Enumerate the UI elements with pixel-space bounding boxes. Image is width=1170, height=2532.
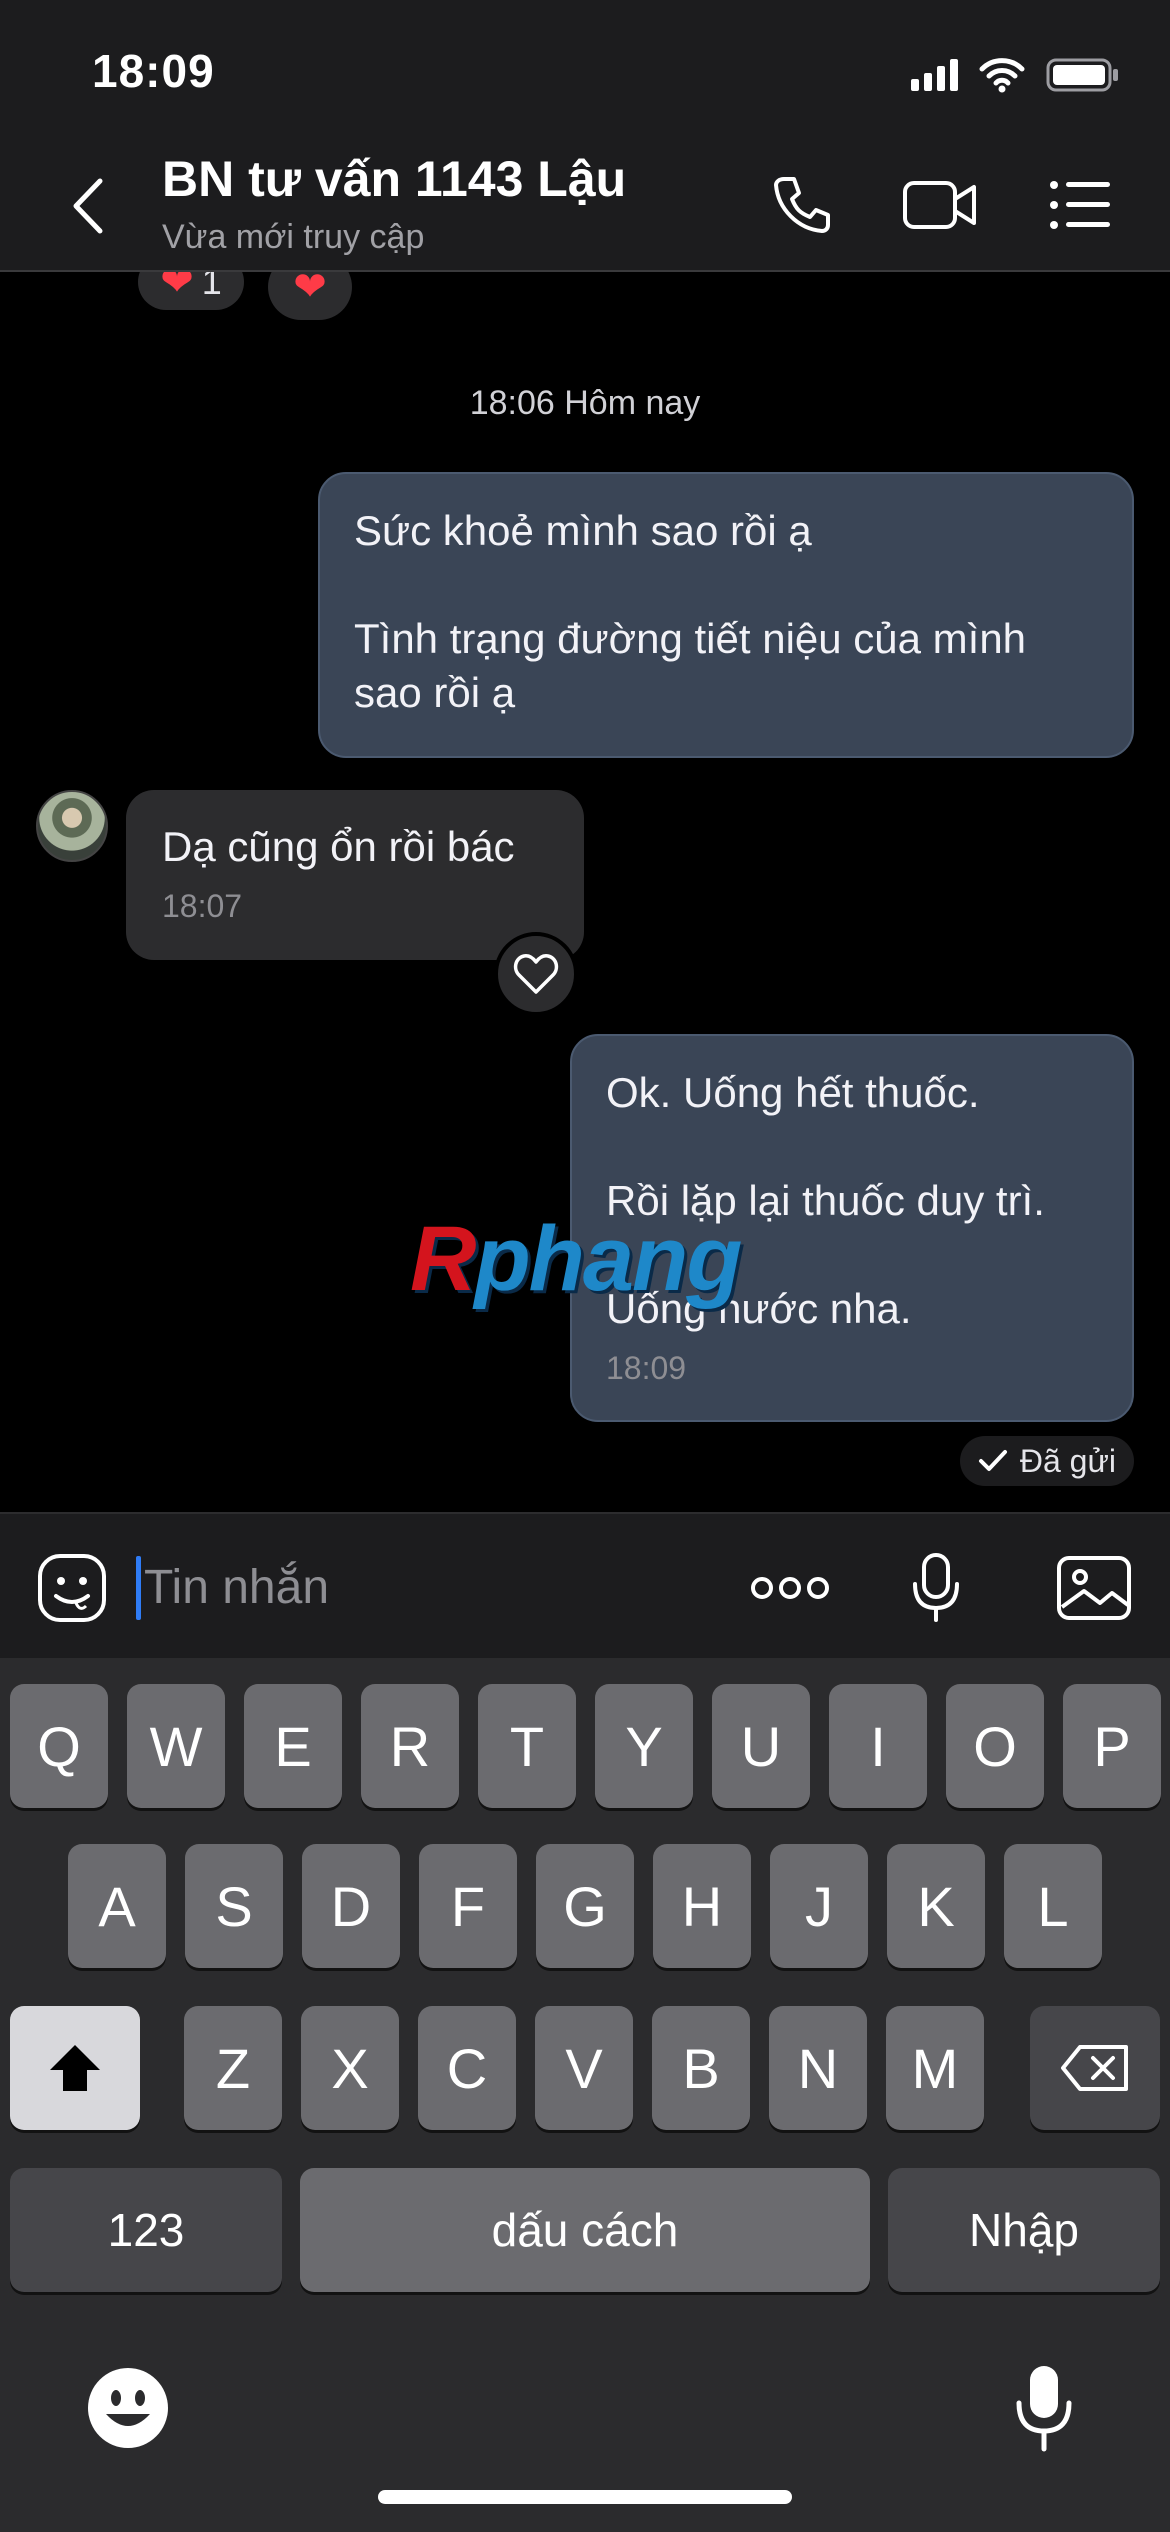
more-options-button[interactable] bbox=[748, 1550, 832, 1626]
date-separator: 18:06 Hôm nay bbox=[469, 384, 701, 422]
message-text: sao rồi ạ bbox=[354, 669, 516, 716]
image-picker-button[interactable] bbox=[1054, 1550, 1134, 1626]
wifi-icon bbox=[979, 58, 1025, 93]
key-q[interactable]: Q bbox=[10, 1684, 108, 1808]
emoji-face-icon bbox=[88, 2368, 168, 2448]
cellular-signal-icon bbox=[911, 59, 958, 91]
shift-arrow-icon bbox=[50, 2045, 100, 2091]
shift-key[interactable] bbox=[10, 2006, 140, 2130]
phone-icon bbox=[774, 177, 830, 233]
reaction-count: 1 bbox=[201, 272, 222, 302]
message-text: Sức khoẻ mình sao rồi ạ bbox=[354, 507, 812, 554]
sent-status-text: Đã gửi bbox=[1019, 1442, 1116, 1479]
key-f[interactable]: F bbox=[419, 1844, 517, 1968]
key-t[interactable]: T bbox=[478, 1684, 576, 1808]
back-chevron-icon bbox=[73, 178, 103, 234]
heart-reaction-button[interactable]: ❤ bbox=[268, 272, 352, 320]
battery-icon bbox=[1046, 58, 1118, 92]
sticker-face-icon bbox=[38, 1554, 106, 1622]
message-time: 18:09 bbox=[606, 1350, 687, 1386]
key-p[interactable]: P bbox=[1063, 1684, 1161, 1808]
outgoing-message-bubble[interactable]: Sức khoẻ mình sao rồi ạ Tình trạng đường… bbox=[318, 472, 1134, 758]
dictation-button[interactable] bbox=[996, 2358, 1092, 2458]
key-h[interactable]: H bbox=[653, 1844, 751, 1968]
key-z[interactable]: Z bbox=[184, 2006, 282, 2130]
status-bar: 18:09 bbox=[0, 0, 1170, 140]
key-e[interactable]: E bbox=[244, 1684, 342, 1808]
key-a[interactable]: A bbox=[68, 1844, 166, 1968]
message-time: 18:07 bbox=[162, 888, 243, 924]
image-gallery-icon bbox=[1057, 1556, 1131, 1620]
conversation-title[interactable]: BN tư vấn 1143 Lậu bbox=[162, 150, 626, 208]
rphang-watermark-logo: Rphang bbox=[410, 1208, 742, 1310]
status-icons bbox=[911, 50, 1120, 100]
space-key[interactable]: dấu cách bbox=[300, 2168, 870, 2292]
sent-status-badge: Đã gửi bbox=[959, 1436, 1134, 1486]
conversation-menu-button[interactable] bbox=[1040, 170, 1120, 240]
key-m[interactable]: M bbox=[886, 2006, 984, 2130]
key-k[interactable]: K bbox=[887, 1844, 985, 1968]
key-j[interactable]: J bbox=[770, 1844, 868, 1968]
sticker-button[interactable] bbox=[34, 1550, 110, 1626]
key-v[interactable]: V bbox=[535, 2006, 633, 2130]
message-input[interactable]: Tin nhắn bbox=[144, 1558, 329, 1618]
message-text: Dạ cũng ổn rồi bác bbox=[162, 823, 515, 870]
contact-avatar[interactable] bbox=[36, 790, 108, 862]
key-l[interactable]: L bbox=[1004, 1844, 1102, 1968]
video-call-button[interactable] bbox=[900, 170, 980, 240]
status-time: 18:09 bbox=[92, 45, 215, 97]
message-list[interactable]: ❤ 1 ❤ 18:06 Hôm nay Sức khoẻ mình sao rồ… bbox=[0, 272, 1170, 1512]
conversation-status: Vừa mới truy cập bbox=[162, 218, 425, 256]
key-r[interactable]: R bbox=[361, 1684, 459, 1808]
more-options-icon bbox=[751, 1577, 829, 1599]
microphone-icon bbox=[913, 1553, 959, 1622]
return-key[interactable]: Nhập bbox=[888, 2168, 1160, 2292]
react-heart-button[interactable] bbox=[494, 932, 578, 1016]
key-b[interactable]: B bbox=[652, 2006, 750, 2130]
delete-key[interactable] bbox=[1030, 2006, 1160, 2130]
message-text: Ok. Uống hết thuốc. bbox=[606, 1069, 980, 1116]
key-o[interactable]: O bbox=[946, 1684, 1044, 1808]
key-u[interactable]: U bbox=[712, 1684, 810, 1808]
heart-outline-icon bbox=[513, 954, 559, 994]
incoming-message-bubble[interactable]: Dạ cũng ổn rồi bác 18:07 bbox=[126, 790, 584, 960]
key-x[interactable]: X bbox=[301, 2006, 399, 2130]
backspace-icon bbox=[1061, 2045, 1128, 2091]
onscreen-keyboard: QWERTYUIOP ASDFGHJKL ZXCVBNM 123 dấu các… bbox=[0, 1658, 1170, 2532]
key-s[interactable]: S bbox=[185, 1844, 283, 1968]
numbers-key[interactable]: 123 bbox=[10, 2168, 282, 2292]
reaction-summary[interactable]: ❤ 1 bbox=[138, 272, 244, 310]
video-camera-icon bbox=[903, 181, 976, 229]
voice-message-button[interactable] bbox=[904, 1550, 968, 1626]
checkmark-icon bbox=[978, 1450, 1007, 1471]
chat-header: BN tư vấn 1143 Lậu Vừa mới truy cập bbox=[0, 140, 1170, 272]
key-w[interactable]: W bbox=[127, 1684, 225, 1808]
menu-list-icon bbox=[1050, 181, 1110, 229]
back-button[interactable] bbox=[60, 176, 116, 236]
heart-icon: ❤ bbox=[293, 272, 327, 309]
emoji-keyboard-button[interactable] bbox=[80, 2360, 176, 2456]
dictation-microphone-icon bbox=[1016, 2366, 1072, 2452]
key-n[interactable]: N bbox=[769, 2006, 867, 2130]
heart-icon: ❤ bbox=[160, 272, 194, 304]
call-button[interactable] bbox=[762, 170, 842, 240]
text-cursor bbox=[136, 1556, 141, 1620]
message-composer: Tin nhắn bbox=[0, 1512, 1170, 1658]
key-c[interactable]: C bbox=[418, 2006, 516, 2130]
key-d[interactable]: D bbox=[302, 1844, 400, 1968]
key-g[interactable]: G bbox=[536, 1844, 634, 1968]
home-indicator[interactable] bbox=[378, 2490, 792, 2504]
key-y[interactable]: Y bbox=[595, 1684, 693, 1808]
message-text: Tình trạng đường tiết niệu của mình bbox=[354, 615, 1027, 662]
key-i[interactable]: I bbox=[829, 1684, 927, 1808]
